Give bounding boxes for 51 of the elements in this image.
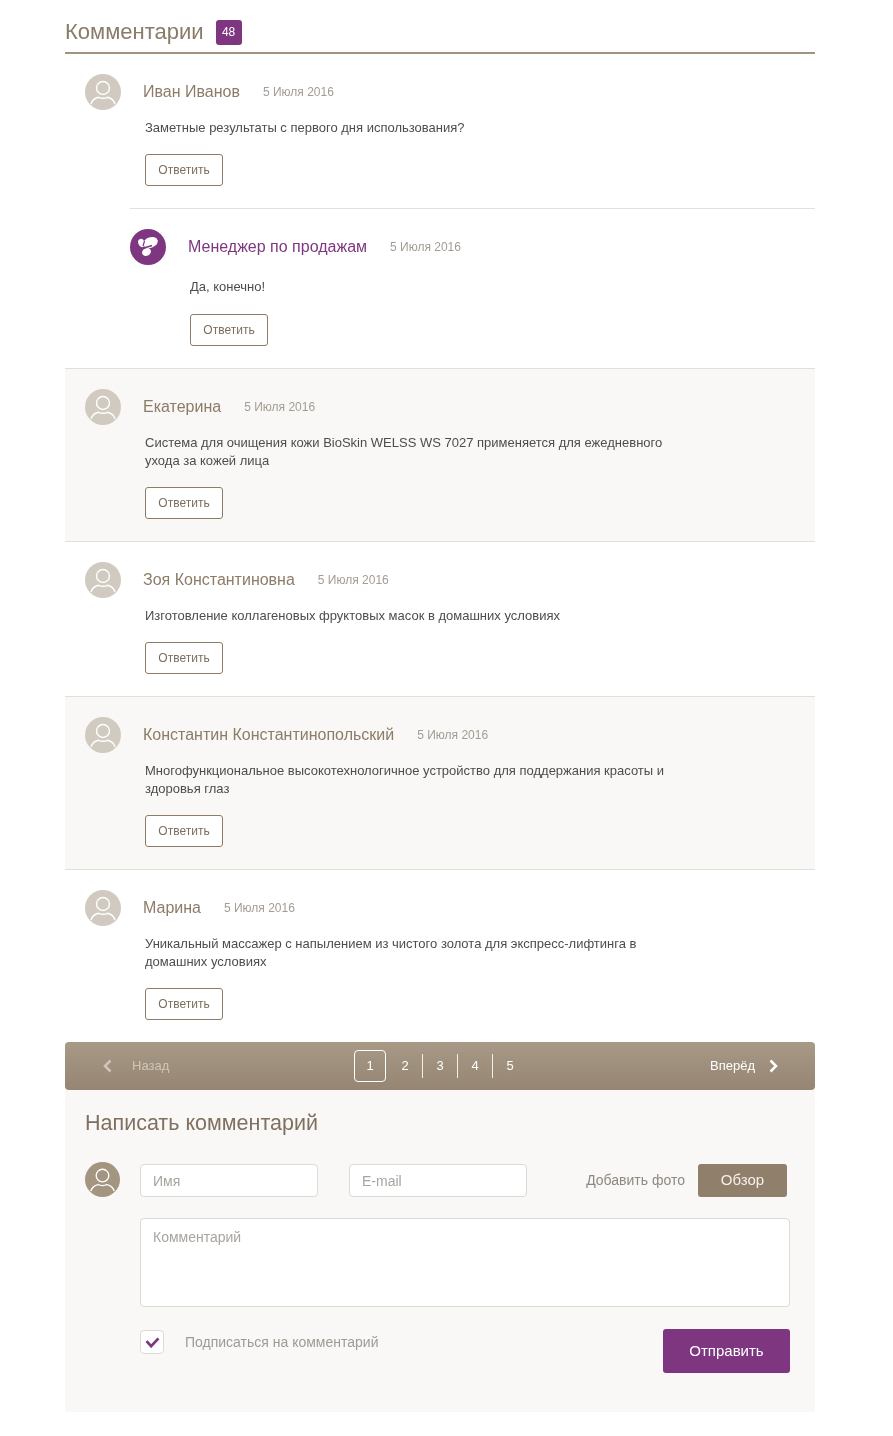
comment-date: 5 Июля 2016 xyxy=(390,239,461,255)
count-badge: 48 xyxy=(215,19,242,45)
user-avatar-icon xyxy=(85,1162,120,1197)
author-name: Екатерина xyxy=(143,397,222,417)
comment-date: 5 Июля 2016 xyxy=(224,900,295,916)
user-avatar-icon xyxy=(85,890,121,926)
user-avatar-icon xyxy=(85,74,121,110)
comment-date: 5 Июля 2016 xyxy=(244,399,316,415)
check-icon xyxy=(144,1336,160,1348)
page-button[interactable]: 2 xyxy=(388,1050,422,1082)
comment-text: Уникальный массажер с напылением из чистого золота для экспресс-лифтинга в домашних условиях xyxy=(145,935,638,971)
page-button[interactable]: 4 xyxy=(458,1050,492,1082)
subscribe-label: Подписаться на комментарий xyxy=(185,1333,379,1352)
comment-text: Многофункциональное высокотехнологичное устройство для поддержания красоты и здоровья глаз xyxy=(145,762,666,798)
browse-button[interactable]: Обзор xyxy=(698,1164,787,1197)
comment-text: Система для очищения кожи BioSkin WELSS WS 7027 применяется для ежедневного ухода за кожей лица xyxy=(145,434,664,470)
author-name: Менеджер по продажам xyxy=(188,237,368,257)
next-page-button[interactable]: Вперёд xyxy=(710,1056,778,1076)
author-name: Зоя Константиновна xyxy=(143,570,295,590)
butterfly-avatar-icon xyxy=(130,229,166,265)
comment-date: 5 Июля 2016 xyxy=(317,572,389,588)
form-title: Написать комментарий xyxy=(85,1111,319,1136)
author-name: Иван Иванов xyxy=(143,82,240,102)
reply-button[interactable]: Ответить xyxy=(145,642,223,674)
reply-button[interactable]: Ответить xyxy=(190,314,268,346)
comment-text: Да, конечно! xyxy=(190,278,267,296)
submit-button[interactable]: Отправить xyxy=(663,1329,790,1373)
reply-button[interactable]: Ответить xyxy=(145,487,223,519)
comment-date: 5 Июля 2016 xyxy=(262,84,334,100)
page-button[interactable]: 5 xyxy=(493,1050,527,1082)
section-title: Комментарии xyxy=(65,19,204,45)
comment-text: Заметные результаты с первого дня использования? xyxy=(145,119,466,137)
subscribe-checkbox[interactable] xyxy=(140,1330,164,1354)
comment-text: Изготовление коллагеновых фруктовых масок в домашних условиях xyxy=(145,607,561,625)
email-input[interactable]: E-mail xyxy=(349,1164,527,1197)
user-avatar-icon xyxy=(85,717,121,753)
chevron-left-icon xyxy=(103,1059,112,1073)
author-name: Марина xyxy=(143,898,201,918)
chevron-right-icon xyxy=(769,1059,778,1073)
page-button[interactable]: 3 xyxy=(423,1050,457,1082)
reply-button[interactable]: Ответить xyxy=(145,988,223,1020)
comment-date: 5 Июля 2016 xyxy=(417,727,489,743)
comment-textarea[interactable]: Комментарий xyxy=(140,1218,790,1307)
reply-button[interactable]: Ответить xyxy=(145,154,223,186)
author-name: Константин Константинопольский xyxy=(143,725,395,745)
user-avatar-icon xyxy=(85,389,121,425)
user-avatar-icon xyxy=(85,562,121,598)
reply-button[interactable]: Ответить xyxy=(145,815,223,847)
page-button[interactable]: 1 xyxy=(354,1050,386,1082)
add-photo-label: Добавить фото xyxy=(586,1171,685,1190)
name-input[interactable]: Имя xyxy=(140,1164,318,1197)
